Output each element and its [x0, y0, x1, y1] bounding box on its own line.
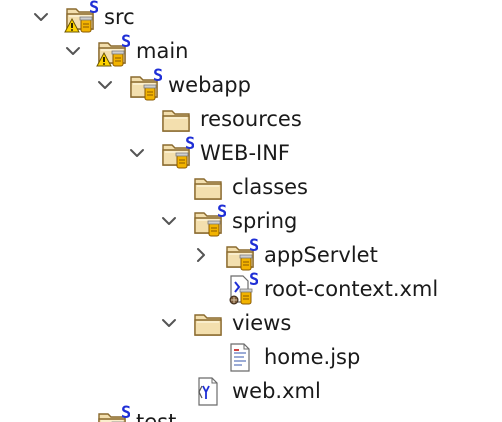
tree-item-label: webapp: [168, 73, 251, 97]
tree-item-test[interactable]: Stest: [0, 405, 502, 422]
chevron-down-icon[interactable]: [126, 142, 148, 164]
svg-text:S: S: [89, 0, 98, 18]
folder-icon: [162, 110, 190, 132]
spring-xml-file-icon: S: [229, 272, 258, 305]
tree-item-root-context-xml[interactable]: Sroot-context.xml: [0, 272, 502, 306]
jsp-file-icon: [230, 343, 250, 372]
tree-item-label: root-context.xml: [264, 277, 439, 301]
tree-item-web-inf[interactable]: S WEB-INF: [0, 136, 502, 170]
tree-item-label: test: [136, 410, 177, 422]
xml-file-icon: [198, 377, 218, 406]
tree-item-label: appServlet: [264, 243, 378, 267]
folder-icon: [194, 178, 222, 200]
tree-item-main[interactable]: S main: [0, 34, 502, 68]
source-folder-icon: S: [194, 204, 226, 237]
tree-item-label: home.jsp: [264, 345, 361, 369]
tree-item-resources[interactable]: resources: [0, 102, 502, 136]
project-explorer-tree: S src S main Swebapp resources S WEB-INF…: [0, 0, 502, 422]
tree-item-label: main: [136, 39, 189, 63]
tree-item-label: web.xml: [232, 379, 321, 403]
tree-item-home-jsp[interactable]: home.jsp: [0, 340, 502, 374]
tree-item-appservlet[interactable]: SappServlet: [0, 238, 502, 272]
source-folder-icon: S: [98, 405, 130, 422]
svg-text:S: S: [153, 68, 162, 86]
tree-item-label: classes: [232, 175, 308, 199]
tree-item-label: WEB-INF: [200, 141, 290, 165]
source-folder-icon: S: [130, 68, 162, 101]
folder-icon: [194, 314, 222, 336]
svg-text:S: S: [121, 34, 130, 52]
tree-item-webapp[interactable]: Swebapp: [0, 68, 502, 102]
chevron-down-icon[interactable]: [158, 312, 180, 334]
svg-text:S: S: [249, 272, 258, 290]
tree-item-spring[interactable]: Sspring: [0, 204, 502, 238]
source-folder-warning-icon: S: [96, 34, 130, 67]
tree-item-label: spring: [232, 209, 298, 233]
source-folder-warning-icon: S: [64, 0, 98, 33]
source-folder-icon: S: [226, 238, 258, 271]
source-folder-icon: S: [162, 136, 194, 169]
tree-item-label: views: [232, 311, 292, 335]
chevron-down-icon[interactable]: [158, 210, 180, 232]
chevron-down-icon[interactable]: [94, 74, 116, 96]
tree-item-label: src: [104, 5, 135, 29]
tree-item-views[interactable]: views: [0, 306, 502, 340]
svg-text:S: S: [121, 405, 130, 422]
tree-item-label: resources: [200, 107, 302, 131]
tree-item-classes[interactable]: classes: [0, 170, 502, 204]
svg-text:S: S: [217, 204, 226, 222]
chevron-down-icon[interactable]: [62, 40, 84, 62]
svg-text:S: S: [249, 238, 258, 256]
chevron-right-icon[interactable]: [190, 244, 212, 266]
svg-text:S: S: [185, 136, 194, 154]
tree-item-src[interactable]: S src: [0, 0, 502, 34]
tree-item-web-xml[interactable]: web.xml: [0, 374, 502, 408]
chevron-down-icon[interactable]: [30, 6, 52, 28]
